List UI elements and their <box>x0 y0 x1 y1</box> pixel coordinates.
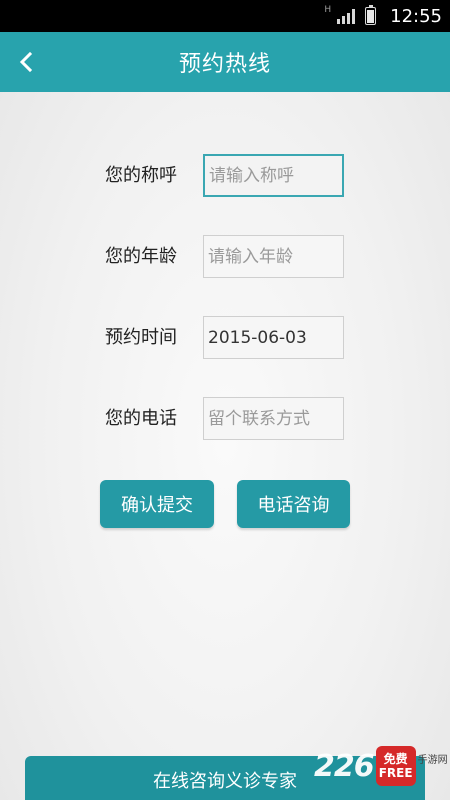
date-input[interactable] <box>203 316 344 359</box>
status-bar: H 12:55 <box>0 0 450 32</box>
status-time: 12:55 <box>390 5 442 27</box>
online-consult-label: 在线咨询义诊专家 <box>153 771 297 792</box>
app-bar: 预约热线 <box>0 32 450 92</box>
phone-input[interactable] <box>203 397 344 440</box>
form-row-age: 您的年龄 <box>0 235 450 279</box>
watermark-badge-bottom: FREE <box>378 766 413 780</box>
phone-label: 您的电话 <box>105 408 177 429</box>
battery-icon <box>365 5 377 25</box>
watermark-site: 手游网 <box>417 754 448 766</box>
watermark: 226 免费 FREE 手游网 <box>314 744 448 788</box>
age-label: 您的年龄 <box>105 246 177 267</box>
confirm-submit-button[interactable]: 确认提交 <box>100 480 214 528</box>
age-input[interactable] <box>203 235 344 278</box>
name-input[interactable] <box>203 154 344 197</box>
form-row-name: 您的称呼 <box>0 154 450 198</box>
watermark-badge: 免费 FREE <box>375 746 416 786</box>
back-button[interactable] <box>6 32 46 92</box>
watermark-badge-top: 免费 <box>383 752 408 766</box>
form-row-date: 预约时间 <box>0 316 450 360</box>
name-label: 您的称呼 <box>105 165 177 186</box>
page-title: 预约热线 <box>178 52 271 77</box>
network-type: H <box>324 5 332 15</box>
phone-consult-button[interactable]: 电话咨询 <box>237 480 350 528</box>
signal-icon <box>337 8 356 24</box>
date-label: 预约时间 <box>105 327 177 348</box>
watermark-number: 226 <box>314 748 375 784</box>
form-row-phone: 您的电话 <box>0 397 450 441</box>
chevron-left-icon <box>19 51 33 73</box>
